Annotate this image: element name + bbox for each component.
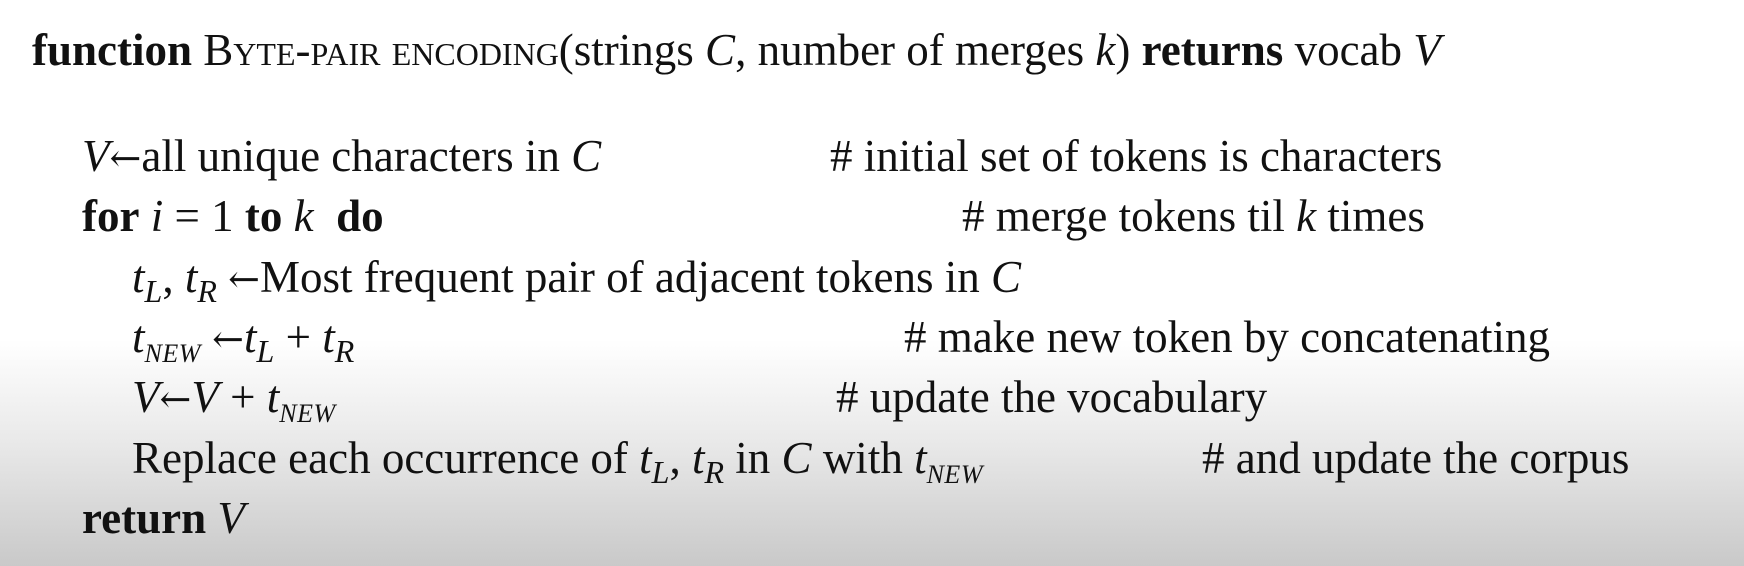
var-i: i <box>150 191 164 241</box>
var-k: k <box>1296 191 1317 241</box>
function-name: Byte-pair encoding <box>203 25 559 75</box>
subscript-new: NEW <box>926 460 983 489</box>
subscript-l: L <box>256 333 275 369</box>
keyword-to: to <box>244 191 283 241</box>
keyword-return: return <box>82 493 207 543</box>
keyword-function: function <box>32 25 193 75</box>
subscript-l: L <box>144 273 163 309</box>
return-var: V <box>1413 25 1441 75</box>
var-t: t <box>132 312 145 362</box>
params-mid: , number of merges <box>735 25 1096 75</box>
line-text: Most frequent pair of adjacent tokens in <box>259 252 991 302</box>
function-signature: function Byte-pair encoding(strings C, n… <box>32 28 1441 73</box>
plus: + <box>274 312 323 362</box>
line-text: with <box>811 433 915 483</box>
comment-update-vocabulary: # update the vocabulary <box>836 372 1268 422</box>
var-t: t <box>322 312 335 362</box>
var-v: V <box>132 372 160 422</box>
line-return: return V <box>82 496 245 541</box>
arrow-symbol: ← <box>212 317 244 361</box>
var-c: C <box>991 252 1022 302</box>
loop-range: = 1 <box>163 191 245 241</box>
subscript-r: R <box>334 333 355 369</box>
params-open: (strings <box>558 25 706 75</box>
param-c: C <box>705 25 736 75</box>
comment-make-new-token: # make new token by concatenating <box>904 312 1551 362</box>
arrow-symbol: ← <box>228 257 260 301</box>
subscript-new: NEW <box>279 399 336 428</box>
line-text: all unique characters in <box>141 131 572 181</box>
comment-update-corpus: # and update the corpus <box>1202 433 1630 483</box>
plus: + <box>218 372 267 422</box>
line-replace-occurrences: Replace each occurrence of tL, tR in C w… <box>132 433 983 489</box>
comma: , <box>162 252 185 302</box>
subscript-new: NEW <box>144 339 201 368</box>
var-v: V <box>191 372 219 422</box>
var-t: t <box>691 433 705 483</box>
var-c: C <box>781 433 812 483</box>
line-text: in <box>724 433 782 483</box>
arrow-symbol: ← <box>109 136 142 180</box>
subscript-l: L <box>651 454 670 490</box>
var-t: t <box>184 252 198 302</box>
keyword-for: for <box>82 191 140 241</box>
var-k: k <box>293 191 314 241</box>
keyword-returns: returns <box>1141 25 1284 75</box>
keyword-do: do <box>336 191 384 241</box>
comment-initial-tokens: # initial set of tokens is characters <box>830 131 1443 181</box>
line-update-vocab: V←V + tNEW <box>132 372 336 427</box>
var-c: C <box>571 131 602 181</box>
line-new-token: tNEW ←tL + tR <box>132 312 354 368</box>
var-t: t <box>639 433 652 483</box>
param-k: k <box>1095 25 1116 75</box>
var-v: V <box>217 493 245 543</box>
line-init-vocab: V←all unique characters in C <box>82 134 601 179</box>
var-v: V <box>82 131 110 181</box>
var-t: t <box>132 252 145 302</box>
comma: , <box>669 433 692 483</box>
params-close: ) <box>1115 25 1131 75</box>
line-most-frequent-pair: tL, tR ←Most frequent pair of adjacent t… <box>132 252 1022 308</box>
var-t: t <box>914 433 927 483</box>
line-for-loop: for i = 1 to k do <box>82 194 384 239</box>
subscript-r: R <box>197 273 217 309</box>
arrow-symbol: ← <box>159 377 192 421</box>
var-t: t <box>244 312 257 362</box>
comment-text: times <box>1316 191 1425 241</box>
comment-merge-tokens: # merge tokens til k times <box>962 194 1425 239</box>
comment-text: # merge tokens til <box>962 191 1297 241</box>
subscript-r: R <box>704 454 725 490</box>
line-text: Replace each occurrence of <box>132 433 640 483</box>
var-t: t <box>266 372 280 422</box>
return-text: vocab <box>1294 25 1403 75</box>
